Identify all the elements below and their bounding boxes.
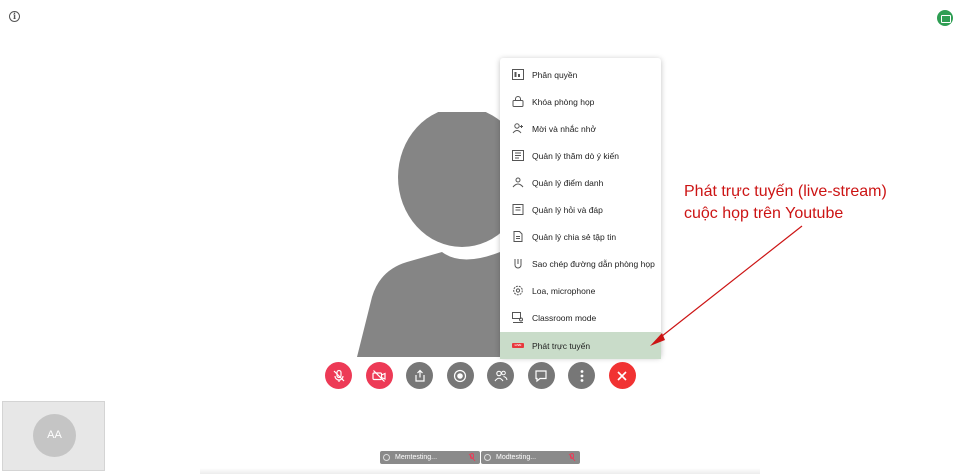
menu-item-label: Phân quyền [532, 69, 578, 80]
menu-item-copy-link[interactable]: Sao chép đường dẫn phòng họp [500, 250, 661, 277]
participants-button[interactable] [487, 362, 514, 389]
menu-item-label: Classroom mode [532, 312, 597, 323]
settings-icon [512, 285, 524, 296]
mic-off-button[interactable] [325, 362, 352, 389]
share-icon [414, 369, 425, 382]
add-user-icon [512, 123, 524, 134]
poll-icon [512, 150, 524, 161]
menu-item-classroom-mode[interactable]: Classroom mode [500, 304, 661, 331]
link-icon [512, 258, 524, 269]
live-badge: LIVE [512, 343, 524, 348]
menu-item-live-stream[interactable]: LIVE Phát trực tuyến [500, 332, 661, 359]
callout-line-1: Phát trực tuyến (live-stream) [684, 183, 887, 200]
qa-icon [512, 204, 524, 215]
share-screen-button[interactable] [406, 362, 433, 389]
participant-tile[interactable]: Memtesting... [380, 451, 480, 464]
callout-annotation: Phát trực tuyến (live-stream) cuộc họp t… [684, 181, 887, 225]
participant-strip [200, 468, 760, 474]
menu-item-label: Sao chép đường dẫn phòng họp [532, 258, 655, 269]
camera-off-icon [372, 369, 386, 382]
microphone-off-icon [333, 369, 344, 382]
menu-item-attendance[interactable]: Quản lý điểm danh [500, 169, 661, 196]
menu-item-lock-room[interactable]: Khóa phòng họp [500, 88, 661, 115]
microphone-off-icon [468, 453, 476, 462]
more-options-button[interactable] [568, 362, 595, 389]
close-icon [617, 370, 627, 381]
classroom-icon [512, 312, 524, 323]
more-options-menu: Phân quyền Khóa phòng họp Mời và nhắc nh… [500, 58, 661, 359]
record-button[interactable] [446, 362, 474, 389]
menu-item-file-share[interactable]: Quản lý chia sẻ tập tin [500, 223, 661, 250]
participant-tile[interactable]: Modtesting... [481, 451, 580, 464]
end-call-button[interactable] [608, 362, 636, 389]
menu-item-label: Quản lý hỏi và đáp [532, 204, 603, 215]
more-vertical-icon [580, 369, 583, 382]
meeting-stage: i Phân quyền Khóa phòng họp Mời và nhắc … [0, 0, 960, 474]
menu-item-audio-settings[interactable]: Loa, microphone [500, 277, 661, 304]
callout-arrow [650, 225, 803, 346]
menu-item-label: Khóa phòng họp [532, 96, 595, 107]
file-share-icon [512, 231, 524, 242]
menu-item-label: Quản lý thăm dò ý kiến [532, 150, 619, 161]
menu-item-polls[interactable]: Quản lý thăm dò ý kiến [500, 142, 661, 169]
headset-icon [484, 454, 491, 461]
attendance-icon [512, 177, 524, 188]
menu-item-label: Phát trực tuyến [532, 340, 591, 351]
participant-name: Modtesting... [496, 454, 537, 461]
headset-icon [383, 454, 390, 461]
lock-icon [512, 96, 524, 107]
microphone-off-icon [568, 453, 576, 462]
record-icon [453, 369, 467, 382]
self-avatar: AA [33, 414, 76, 457]
menu-item-permissions[interactable]: Phân quyền [500, 61, 661, 88]
menu-item-invite[interactable]: Mời và nhắc nhở [500, 115, 661, 142]
live-icon: LIVE [512, 340, 524, 351]
info-icon[interactable]: i [9, 11, 20, 22]
participant-name: Memtesting... [395, 454, 438, 461]
people-icon [494, 370, 507, 381]
menu-item-label: Quản lý chia sẻ tập tin [532, 231, 617, 242]
menu-item-label: Mời và nhắc nhở [532, 123, 597, 134]
chat-button[interactable] [527, 362, 555, 389]
participant-avatar-placeholder [357, 112, 502, 357]
screen-share-status-icon[interactable] [937, 10, 953, 26]
menu-item-qa[interactable]: Quản lý hỏi và đáp [500, 196, 661, 223]
menu-item-label: Loa, microphone [532, 285, 596, 296]
permission-icon [512, 69, 524, 80]
camera-off-button[interactable] [365, 362, 393, 389]
menu-item-label: Quản lý điểm danh [532, 177, 604, 188]
meeting-toolbar [325, 362, 649, 390]
self-view-tile[interactable]: AA [2, 401, 105, 471]
chat-icon [535, 369, 547, 382]
